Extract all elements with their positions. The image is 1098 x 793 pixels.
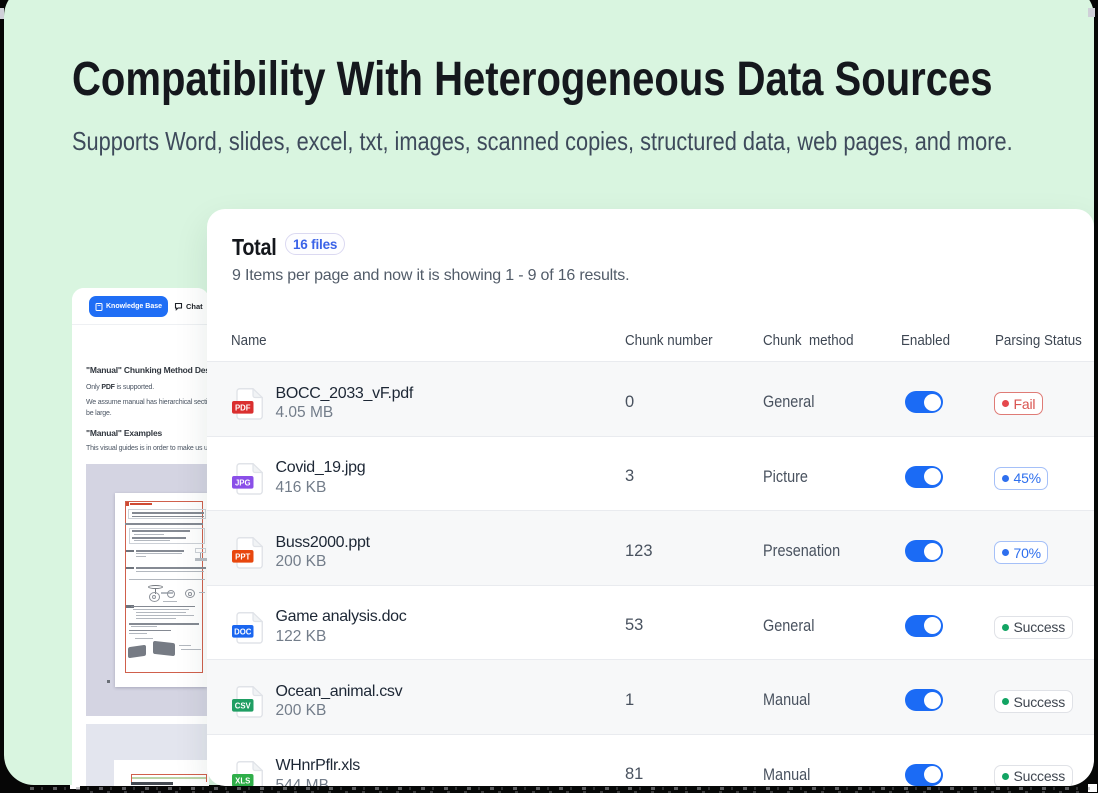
svg-text:XLS: XLS bbox=[235, 776, 250, 785]
svg-text:DOC: DOC bbox=[234, 627, 252, 636]
svg-text:PDF: PDF bbox=[235, 403, 251, 412]
svg-text:PPT: PPT bbox=[235, 552, 250, 561]
svg-text:CSV: CSV bbox=[235, 702, 252, 711]
svg-text:JPG: JPG bbox=[235, 478, 251, 487]
